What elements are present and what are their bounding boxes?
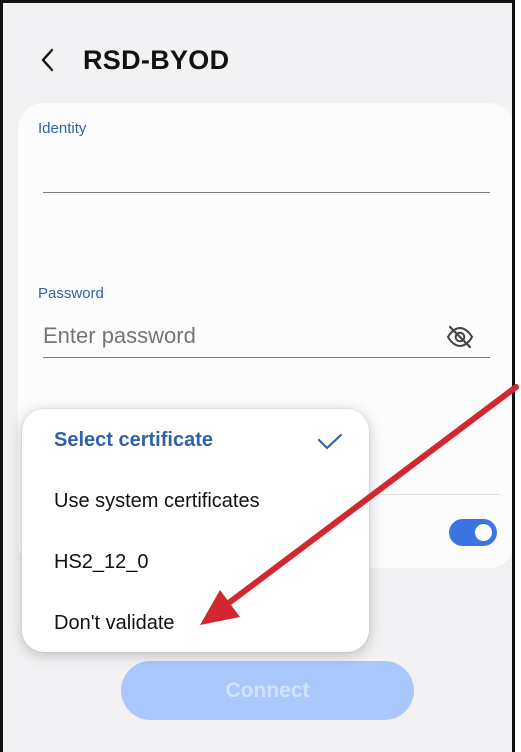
password-input[interactable] (43, 320, 433, 352)
password-label: Password (38, 285, 104, 302)
option-select-certificate[interactable]: Select certificate (54, 429, 213, 452)
password-underline (43, 357, 490, 358)
identity-input[interactable] (43, 153, 483, 187)
header: RSD-BYOD (3, 3, 512, 103)
check-icon (317, 433, 343, 450)
toggle-knob (475, 524, 492, 541)
identity-underline (43, 192, 490, 193)
wifi-config-screen: RSD-BYOD Identity Password Connect Selec… (0, 0, 515, 752)
chevron-left-icon[interactable] (37, 46, 59, 74)
identity-label: Identity (38, 120, 87, 137)
option-dont-validate[interactable]: Don't validate (54, 612, 175, 635)
setting-toggle[interactable] (449, 519, 497, 546)
option-hs2-12-0[interactable]: HS2_12_0 (54, 551, 149, 574)
option-use-system-certificates[interactable]: Use system certificates (54, 490, 260, 513)
connect-button[interactable]: Connect (121, 661, 414, 720)
page-title: RSD-BYOD (83, 45, 230, 75)
certificate-dropdown: Select certificate Use system certificat… (22, 409, 369, 652)
eye-off-icon[interactable] (445, 324, 475, 350)
